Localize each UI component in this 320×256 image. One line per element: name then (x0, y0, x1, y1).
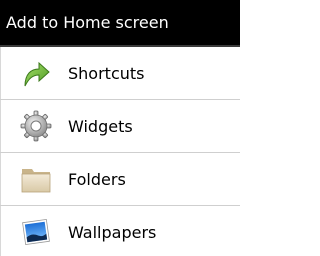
list-item-label: Folders (68, 169, 126, 189)
list-item-label: Widgets (68, 116, 133, 136)
options-list: Shortcuts Widgets Folders Wallpapers (0, 47, 240, 256)
shortcut-arrow-icon (18, 55, 54, 91)
wallpaper-icon (18, 214, 54, 250)
dialog-title: Add to Home screen (0, 0, 240, 47)
add-to-home-screen-dialog: Add to Home screen Shortcuts Widgets Fol… (0, 0, 240, 256)
list-item-label: Wallpapers (68, 222, 157, 242)
list-item-wallpapers[interactable]: Wallpapers (0, 206, 240, 256)
gear-icon (18, 108, 54, 144)
list-item-folders[interactable]: Folders (0, 153, 240, 206)
list-item-shortcuts[interactable]: Shortcuts (0, 47, 240, 100)
folder-icon (18, 161, 54, 197)
list-item-label: Shortcuts (68, 63, 145, 83)
list-item-widgets[interactable]: Widgets (0, 100, 240, 153)
